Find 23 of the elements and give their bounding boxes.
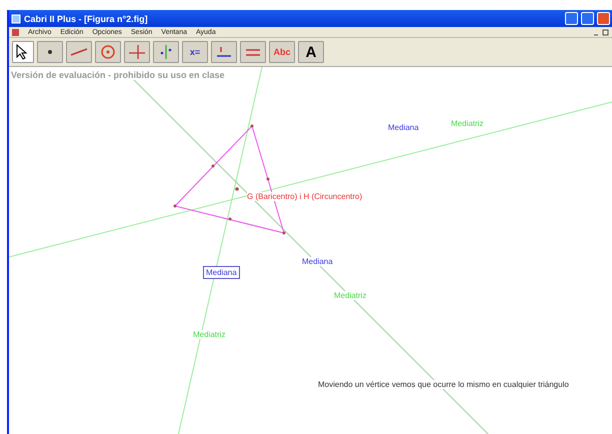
close-button[interactable] [597, 12, 610, 25]
bisector-label: Mediatriz [451, 119, 484, 128]
minimize-button[interactable] [565, 12, 578, 25]
measure-icon [215, 44, 233, 60]
tool-button[interactable]: x= [182, 41, 208, 63]
tool-button[interactable] [12, 41, 34, 63]
tool-button[interactable]: A [298, 41, 324, 63]
window-title: Cabri II Plus - [Figura n°2.fig] [24, 14, 149, 24]
maximize-button[interactable] [581, 12, 594, 25]
document-controls-icon[interactable] [593, 28, 609, 36]
median-label: Mediana [302, 257, 333, 266]
comment-text: Moviendo un vértice vemos que ocurre lo mismo en cualquier triángulo [318, 380, 569, 389]
document-icon [12, 28, 19, 36]
median-label: Mediana [203, 266, 240, 279]
point-icon [48, 50, 52, 54]
median-label: Mediana [388, 123, 419, 132]
perpendicular-icon [128, 44, 146, 60]
app-icon [11, 14, 21, 24]
point-label: G (Baricentro) i H (Circuncentro) [247, 192, 362, 201]
circle-icon [99, 44, 117, 60]
bisector-label: Mediatriz [334, 291, 366, 300]
bisector-label: Mediatriz [193, 330, 226, 339]
evaluation-notice: Versión de evaluación - prohibido su uso en clase [11, 70, 225, 80]
